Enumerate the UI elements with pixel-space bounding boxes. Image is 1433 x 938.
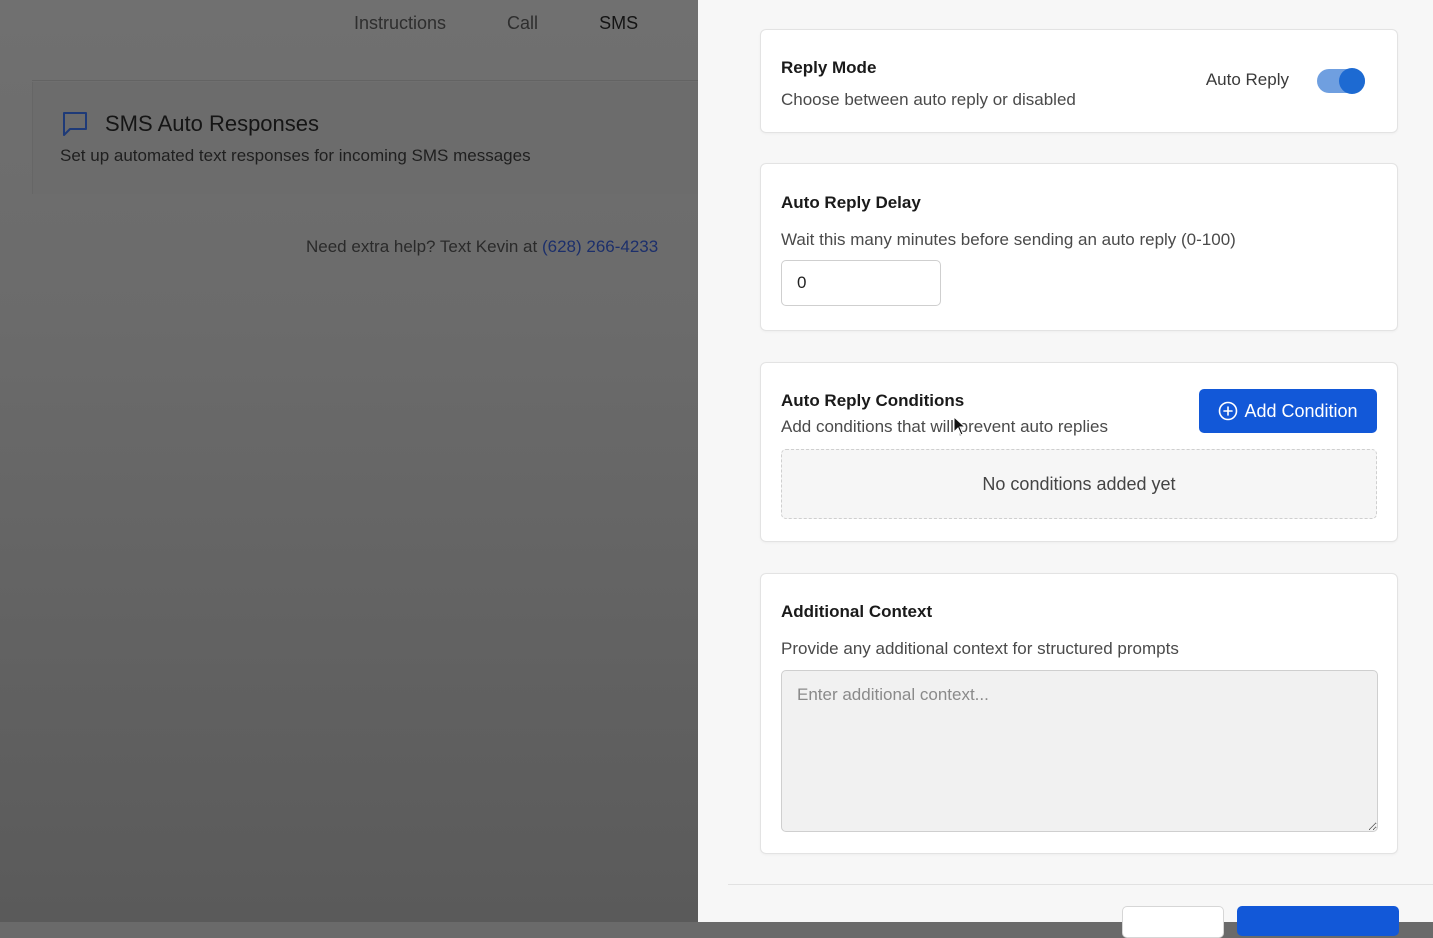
save-button[interactable] [1237,906,1399,936]
chat-bubble-icon [63,112,87,136]
footer-divider [728,884,1433,885]
delay-title: Auto Reply Delay [781,193,921,212]
plus-circle-icon [1219,401,1238,421]
tab-instructions[interactable]: Instructions [354,12,446,34]
mouse-cursor-icon [953,416,967,436]
add-condition-label: Add Condition [1244,400,1358,421]
card-subtitle: Set up automated text responses for inco… [60,146,531,165]
auto-reply-conditions-card: Auto Reply Conditions Add conditions tha… [760,362,1398,542]
cancel-button[interactable] [1122,906,1224,938]
conditions-description: Add conditions that will prevent auto re… [781,417,1108,436]
delay-description: Wait this many minutes before sending an… [781,230,1236,249]
auto-reply-delay-card: Auto Reply Delay Wait this many minutes … [760,163,1398,331]
delay-minutes-input[interactable] [781,260,941,306]
reply-mode-title: Reply Mode [781,58,877,77]
tab-call[interactable]: Call [507,12,538,34]
card-title-row: SMS Auto Responses [61,110,319,138]
tab-sms[interactable]: SMS [599,12,638,34]
help-label: Need extra help? Text Kevin at [306,237,542,256]
sms-auto-responses-card[interactable]: SMS Auto Responses Set up automated text… [32,82,698,194]
context-description: Provide any additional context for struc… [781,639,1179,658]
auto-reply-toggle[interactable] [1317,68,1365,94]
settings-side-panel: Reply Mode Choose between auto reply or … [698,0,1433,938]
toggle-knob [1339,68,1365,94]
background-page: Instructions Call SMS SMS Auto Responses… [0,0,698,922]
help-text: Need extra help? Text Kevin at (628) 266… [306,237,658,257]
conditions-empty-state: No conditions added yet [781,449,1377,519]
context-title: Additional Context [781,602,933,621]
help-phone-link[interactable]: (628) 266-4233 [542,237,658,256]
tab-bar: Instructions Call SMS [354,12,698,34]
add-condition-button[interactable]: Add Condition [1199,389,1377,433]
reply-mode-card: Reply Mode Choose between auto reply or … [760,29,1398,133]
auto-reply-toggle-label: Auto Reply [1205,70,1289,89]
conditions-title: Auto Reply Conditions [781,391,965,410]
tab-divider [32,80,698,81]
additional-context-card: Additional Context Provide any additiona… [760,573,1398,854]
card-title: SMS Auto Responses [105,111,320,136]
additional-context-textarea[interactable] [781,670,1378,832]
reply-mode-description: Choose between auto reply or disabled [781,90,1076,109]
